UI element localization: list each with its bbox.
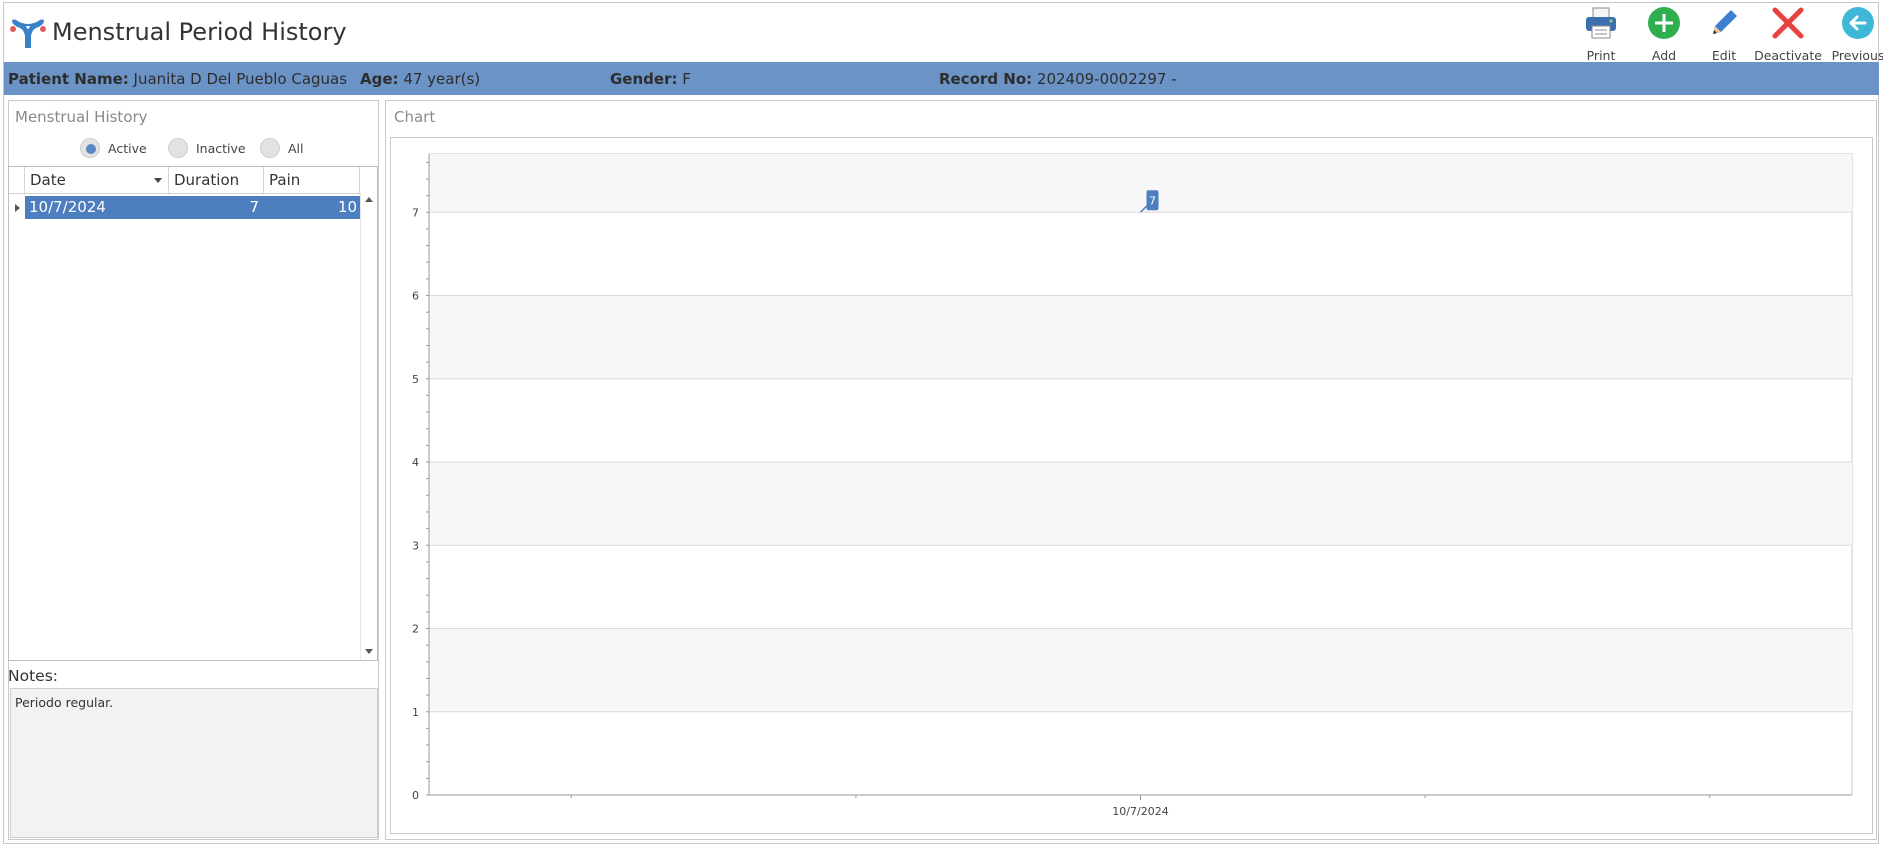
radio-selected-icon [80, 138, 100, 158]
chart-caption: Chart [394, 108, 436, 126]
patient-name-label: Patient Name: [8, 70, 129, 88]
row-indicator-header [9, 167, 25, 193]
column-header-date[interactable]: Date [25, 167, 169, 193]
y-tick-label: 1 [412, 706, 419, 719]
scroll-down-icon[interactable] [365, 649, 373, 654]
column-duration-label: Duration [174, 171, 240, 189]
close-icon [1772, 7, 1804, 39]
grid-band [429, 462, 1852, 546]
data-label: 7 [1149, 194, 1156, 207]
table-row[interactable]: 10/7/2024 7 10 [25, 196, 361, 219]
patient-gender: Gender: F [610, 70, 691, 88]
y-tick-label: 5 [412, 373, 419, 386]
filter-inactive-radio[interactable]: Inactive [168, 138, 246, 158]
deactivate-label: Deactivate [1754, 48, 1822, 63]
cell-date: 10/7/2024 [29, 198, 106, 216]
patient-age-label: Age: [360, 70, 399, 88]
deactivate-button[interactable]: Deactivate [1753, 6, 1823, 63]
page-title: Menstrual Period History [52, 18, 347, 46]
previous-label: Previous [1831, 48, 1883, 63]
filter-all-label: All [288, 140, 304, 156]
y-tick-label: 6 [412, 290, 419, 303]
back-arrow-icon [1842, 7, 1874, 39]
cell-duration: 7 [249, 198, 259, 216]
column-header-duration[interactable]: Duration [169, 167, 264, 193]
uterus-icon [10, 19, 46, 48]
pencil-icon [1713, 10, 1737, 34]
record-number-label: Record No: [939, 70, 1033, 88]
patient-info-bar: Patient Name: Juanita D Del Pueblo Cagua… [4, 62, 1879, 95]
filter-active-radio[interactable]: Active [80, 138, 147, 158]
previous-button[interactable]: Previous [1823, 6, 1883, 63]
record-number-value: 202409-0002297 - [1036, 70, 1177, 88]
grid-band [429, 154, 1852, 213]
y-tick-label: 0 [412, 789, 419, 802]
grid-band [429, 295, 1852, 379]
grid-band [429, 628, 1852, 712]
scroll-up-icon[interactable] [365, 197, 373, 202]
plus-icon [1648, 7, 1680, 39]
sort-descending-icon [154, 178, 162, 183]
patient-name-value: Juanita D Del Pueblo Caguas [133, 70, 348, 88]
y-tick-label: 7 [412, 206, 419, 219]
patient-gender-value: F [682, 70, 691, 88]
column-header-pain[interactable]: Pain [264, 167, 360, 193]
patient-name: Patient Name: Juanita D Del Pueblo Cagua… [8, 70, 347, 88]
filter-all-radio[interactable]: All [260, 138, 304, 158]
column-pain-label: Pain [269, 171, 301, 189]
record-number: Record No: 202409-0002297 - [939, 70, 1177, 88]
patient-gender-label: Gender: [610, 70, 678, 88]
grid-header: Date Duration Pain [9, 167, 377, 194]
current-row-indicator-icon [15, 204, 20, 212]
history-grid: Date Duration Pain 10/7/2024 7 10 [8, 166, 378, 661]
filter-inactive-label: Inactive [196, 140, 246, 156]
radio-unselected-icon [168, 138, 188, 158]
column-date-label: Date [30, 171, 66, 189]
y-tick-label: 4 [412, 456, 419, 469]
patient-age: Age: 47 year(s) [360, 70, 480, 88]
chart-area: 0 1 2 3 4 5 6 7 10/7/2024 7 [390, 137, 1873, 834]
cell-pain: 10 [337, 198, 357, 216]
print-label: Print [1586, 48, 1616, 63]
notes-textarea[interactable]: Periodo regular. [10, 688, 378, 838]
radio-unselected-icon [260, 138, 280, 158]
edit-label: Edit [1711, 48, 1737, 63]
line-chart: 0 1 2 3 4 5 6 7 10/7/2024 7 [412, 153, 1853, 818]
x-tick-label: 10/7/2024 [1112, 805, 1168, 818]
print-button[interactable]: Print [1566, 6, 1636, 63]
y-tick-label: 3 [412, 539, 419, 552]
notes-label: Notes: [8, 667, 58, 685]
menstrual-history-caption: Menstrual History [15, 108, 148, 126]
grid-scrollbar[interactable] [360, 193, 377, 660]
filter-active-label: Active [108, 140, 147, 156]
patient-age-value: 47 year(s) [403, 70, 481, 88]
printer-icon [1586, 7, 1616, 39]
y-tick-label: 2 [412, 623, 419, 636]
edit-button[interactable]: Edit [1689, 6, 1759, 63]
